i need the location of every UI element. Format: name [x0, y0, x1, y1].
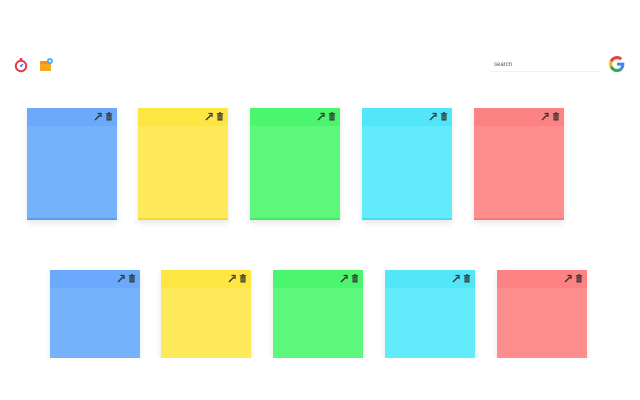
- trash-icon[interactable]: [216, 112, 224, 121]
- note-toolbar: [228, 274, 247, 283]
- note-body[interactable]: [273, 288, 363, 360]
- sticky-note-blue[interactable]: [50, 270, 140, 360]
- expand-icon[interactable]: [340, 274, 348, 283]
- expand-icon[interactable]: [429, 112, 437, 121]
- trash-icon[interactable]: [552, 112, 560, 121]
- note-body[interactable]: [362, 126, 452, 220]
- sticky-note-blue[interactable]: [27, 108, 117, 220]
- note-header[interactable]: [362, 108, 452, 126]
- note-body[interactable]: [385, 288, 475, 360]
- trash-icon[interactable]: [463, 274, 471, 283]
- note-body[interactable]: [250, 126, 340, 220]
- trash-icon[interactable]: [351, 274, 359, 283]
- expand-icon[interactable]: [564, 274, 572, 283]
- note-body[interactable]: [474, 126, 564, 220]
- note-body[interactable]: [27, 126, 117, 220]
- sticky-note-red[interactable]: [497, 270, 587, 360]
- note-header[interactable]: [273, 270, 363, 288]
- note-header[interactable]: [385, 270, 475, 288]
- sticky-note-yellow[interactable]: [138, 108, 228, 220]
- note-body[interactable]: [161, 288, 251, 360]
- sticky-note-yellow[interactable]: [161, 270, 251, 360]
- sticky-note-cyan[interactable]: [362, 108, 452, 220]
- trash-icon[interactable]: [128, 274, 136, 283]
- sticky-note-green[interactable]: [250, 108, 340, 220]
- note-body[interactable]: [50, 288, 140, 360]
- note-header[interactable]: [497, 270, 587, 288]
- trash-icon[interactable]: [328, 112, 336, 121]
- trash-icon[interactable]: [575, 274, 583, 283]
- note-toolbar: [340, 274, 359, 283]
- note-body[interactable]: [138, 126, 228, 220]
- top-bar: [0, 0, 640, 90]
- note-toolbar: [564, 274, 583, 283]
- note-toolbar: [452, 274, 471, 283]
- expand-icon[interactable]: [117, 274, 125, 283]
- note-toolbar: [205, 112, 224, 121]
- search-input[interactable]: [490, 58, 600, 72]
- bottom-fade: [0, 358, 640, 400]
- note-body[interactable]: [497, 288, 587, 360]
- note-header[interactable]: [50, 270, 140, 288]
- sticky-note-cyan[interactable]: [385, 270, 475, 360]
- sticky-note-red[interactable]: [474, 108, 564, 220]
- note-toolbar: [541, 112, 560, 121]
- trash-icon[interactable]: [440, 112, 448, 121]
- expand-icon[interactable]: [541, 112, 549, 121]
- note-toolbar: [117, 274, 136, 283]
- expand-icon[interactable]: [228, 274, 236, 283]
- note-header[interactable]: [474, 108, 564, 126]
- note-toolbar: [94, 112, 113, 121]
- expand-icon[interactable]: [205, 112, 213, 121]
- note-header[interactable]: [250, 108, 340, 126]
- expand-icon[interactable]: [317, 112, 325, 121]
- note-toolbar: [429, 112, 448, 121]
- note-header[interactable]: [161, 270, 251, 288]
- google-logo-icon[interactable]: [609, 56, 625, 72]
- note-header[interactable]: [138, 108, 228, 126]
- trash-icon[interactable]: [105, 112, 113, 121]
- trash-icon[interactable]: [239, 274, 247, 283]
- sticky-note-green[interactable]: [273, 270, 363, 360]
- stopwatch-icon[interactable]: [13, 57, 29, 73]
- note-toolbar: [317, 112, 336, 121]
- expand-icon[interactable]: [94, 112, 102, 121]
- sticky-notes-icon[interactable]: [38, 57, 54, 73]
- note-header[interactable]: [27, 108, 117, 126]
- expand-icon[interactable]: [452, 274, 460, 283]
